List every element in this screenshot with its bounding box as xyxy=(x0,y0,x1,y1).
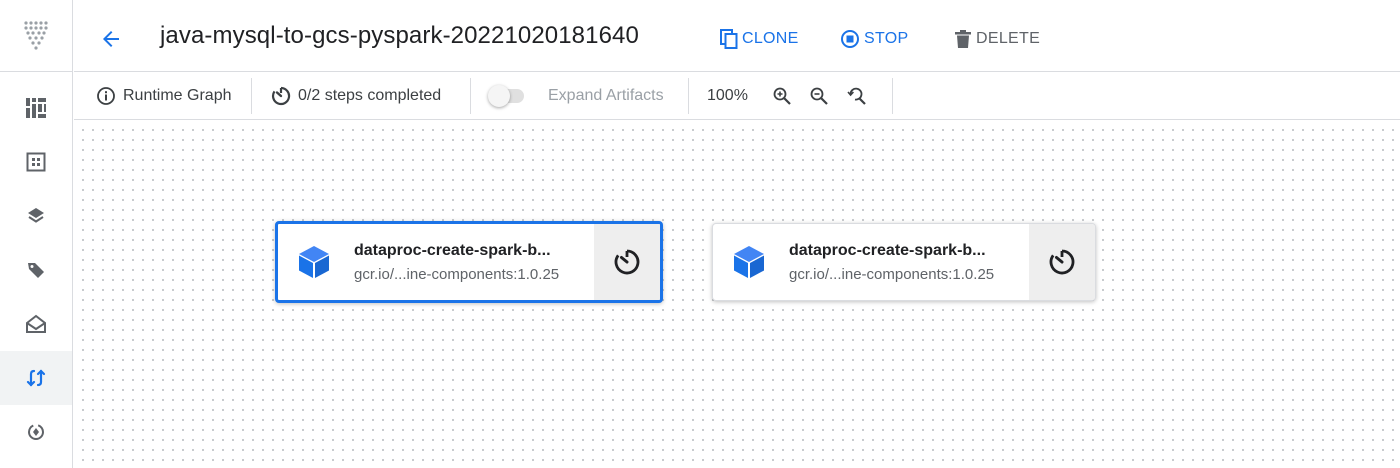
node-text: dataproc-create-spark-b... gcr.io/...ine… xyxy=(785,224,1029,300)
toolbar-divider xyxy=(892,78,893,114)
steps-status-text: 0/2 steps completed xyxy=(298,87,442,104)
delete-label: DELETE xyxy=(976,30,1041,47)
left-nav-rail xyxy=(0,0,73,468)
zoom-reset-button[interactable] xyxy=(845,84,869,108)
sidebar-item-recurring-runs[interactable] xyxy=(0,405,72,459)
running-icon xyxy=(1049,249,1075,275)
graph-toolbar: Runtime Graph 0/2 steps completed Expand… xyxy=(74,72,1400,120)
runtime-graph-label: Runtime Graph xyxy=(123,87,232,104)
expand-artifacts-toggle[interactable]: Expand Artifacts xyxy=(488,84,664,108)
dashboard-icon xyxy=(26,98,46,118)
sidebar-item-artifacts[interactable] xyxy=(0,189,72,243)
progress-icon xyxy=(271,86,291,106)
running-icon xyxy=(614,249,640,275)
toggle-knob xyxy=(488,85,510,107)
grid-icon xyxy=(26,152,46,172)
arrow-back-icon xyxy=(103,31,119,47)
node-image: gcr.io/...ine-components:1.0.25 xyxy=(354,265,560,283)
zoom-in-icon xyxy=(773,87,791,105)
zoom-in-button[interactable] xyxy=(770,84,794,108)
pipeline-graph-canvas[interactable]: dataproc-create-spark-b... gcr.io/...ine… xyxy=(74,121,1400,468)
page-title: java-mysql-to-gcs-pyspark-20221020181640 xyxy=(160,22,639,49)
logo-icon xyxy=(23,20,48,50)
clone-label: CLONE xyxy=(742,30,799,47)
clone-button[interactable]: CLONE xyxy=(720,26,799,52)
zoom-reset-icon xyxy=(847,87,866,105)
toggle-switch[interactable] xyxy=(488,85,524,107)
steps-status: 0/2 steps completed xyxy=(271,84,441,108)
stop-label: STOP xyxy=(864,30,909,47)
node-status xyxy=(594,224,660,300)
runs-icon xyxy=(26,369,46,387)
experiment-icon xyxy=(26,314,46,333)
sidebar-item-pipelines[interactable] xyxy=(0,81,72,135)
zoom-level: 100% xyxy=(707,87,748,104)
graph-node[interactable]: dataproc-create-spark-b... gcr.io/...ine… xyxy=(712,223,1096,301)
toolbar-divider xyxy=(251,78,252,114)
node-icon xyxy=(713,224,785,300)
tag-icon xyxy=(28,263,44,278)
layers-icon xyxy=(28,208,44,223)
zoom-out-icon xyxy=(810,87,828,105)
info-icon xyxy=(97,87,115,105)
node-icon xyxy=(278,224,350,300)
node-text: dataproc-create-spark-b... gcr.io/...ine… xyxy=(350,224,594,300)
sidebar-item-archive[interactable] xyxy=(0,297,72,351)
trash-icon xyxy=(955,30,971,48)
sidebar-item-runs[interactable] xyxy=(0,351,72,405)
stop-icon xyxy=(841,30,859,48)
delete-button[interactable]: DELETE xyxy=(954,26,1040,52)
stop-button[interactable]: STOP xyxy=(840,26,908,52)
cube-icon xyxy=(299,246,329,278)
runtime-graph-info[interactable]: Runtime Graph xyxy=(96,84,232,108)
graph-node[interactable]: dataproc-create-spark-b... gcr.io/...ine… xyxy=(275,221,663,303)
sidebar-item-executions[interactable] xyxy=(0,243,72,297)
expand-artifacts-label: Expand Artifacts xyxy=(548,87,664,104)
cube-icon xyxy=(734,246,764,278)
run-details-header: java-mysql-to-gcs-pyspark-20221020181640… xyxy=(74,0,1400,72)
app-root: java-mysql-to-gcs-pyspark-20221020181640… xyxy=(0,0,1400,468)
copy-icon xyxy=(720,29,738,49)
back-button[interactable] xyxy=(96,24,126,54)
node-name: dataproc-create-spark-b... xyxy=(789,241,986,259)
recurring-icon xyxy=(28,424,44,440)
node-image: gcr.io/...ine-components:1.0.25 xyxy=(789,265,995,283)
toolbar-divider xyxy=(470,78,471,114)
sidebar-item-experiments[interactable] xyxy=(0,135,72,189)
node-status xyxy=(1029,224,1095,300)
node-name: dataproc-create-spark-b... xyxy=(354,241,551,259)
zoom-out-button[interactable] xyxy=(807,84,831,108)
toolbar-divider xyxy=(688,78,689,114)
kubeflow-logo[interactable] xyxy=(0,0,73,72)
